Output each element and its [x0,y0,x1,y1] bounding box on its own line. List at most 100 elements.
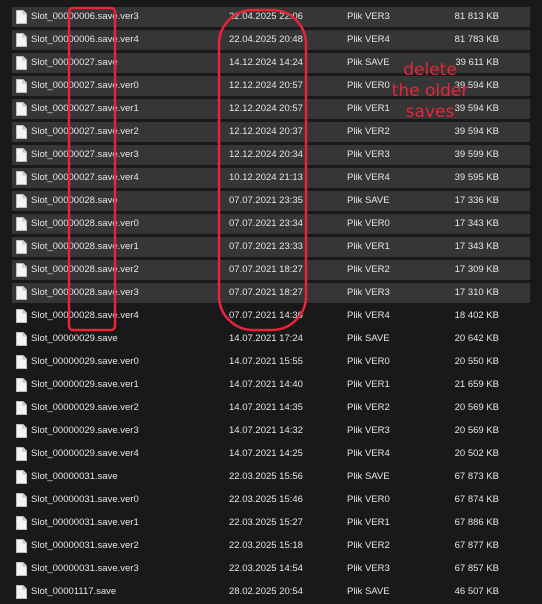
annotation-line-3: saves [405,102,455,122]
file-size: 81 783 KB [454,34,499,45]
file-icon [16,125,27,139]
file-row[interactable]: Slot_00000006.save.ver3 22.04.2025 22:06 P… [0,6,542,29]
file-icon [16,585,27,599]
file-icon [16,332,27,346]
file-modified-date: 22.03.2025 15:27 [229,517,303,528]
file-type: Plik VER3 [347,11,390,22]
file-row[interactable]: Slot_00000006.save.ver4 22.04.2025 20:48 P… [0,29,542,52]
file-type: Plik VER2 [347,402,390,413]
file-icon [16,493,27,507]
file-modified-date: 14.07.2021 15:55 [229,356,303,367]
file-name: Slot_00000031.save.ver2 [31,540,139,551]
file-type: Plik VER1 [347,241,390,252]
file-name: Slot_00000031.save [31,471,118,482]
file-name: Slot_00000029.save.ver0 [31,356,139,367]
file-name: Slot_00000031.save.ver3 [31,563,139,574]
file-modified-date: 07.07.2021 14:36 [229,310,303,321]
file-type: Plik VER4 [347,310,390,321]
file-modified-date: 14.07.2021 14:25 [229,448,303,459]
file-type: Plik VER2 [347,540,390,551]
file-type: Plik VER4 [347,34,390,45]
file-type: Plik VER3 [347,149,390,160]
file-icon [16,447,27,461]
file-type: Plik SAVE [347,586,390,597]
file-row[interactable]: Slot_00000031.save.ver0 22.03.2025 15:46 P… [0,489,542,512]
file-row[interactable]: Slot_00000027.save.ver3 12.12.2024 20:34 P… [0,144,542,167]
file-icon [16,79,27,93]
annotation-note: delete the older saves [380,60,480,123]
file-size: 18 402 KB [454,310,499,321]
file-size: 39 594 KB [454,126,499,137]
file-name: Slot_00000027.save [31,57,118,68]
file-row[interactable]: Slot_00000028.save.ver4 07.07.2021 14:36 P… [0,305,542,328]
file-icon [16,102,27,116]
file-icon [16,470,27,484]
file-size: 20 569 KB [454,402,499,413]
file-row[interactable]: Slot_00000031.save 22.03.2025 15:56 Plik S… [0,466,542,489]
file-type: Plik SAVE [347,333,390,344]
annotation-line-2: the older [391,81,469,101]
file-icon [16,516,27,530]
file-size: 67 857 KB [454,563,499,574]
file-icon [16,171,27,185]
file-row[interactable]: Slot_00000029.save.ver1 14.07.2021 14:40 P… [0,374,542,397]
file-name: Slot_00000028.save.ver2 [31,264,139,275]
annotation-line-1: delete [403,60,457,80]
file-name: Slot_00000027.save.ver0 [31,80,139,91]
file-size: 39 595 KB [454,172,499,183]
file-modified-date: 14.07.2021 14:40 [229,379,303,390]
file-row[interactable]: Slot_00000027.save.ver4 10.12.2024 21:13 P… [0,167,542,190]
file-size: 17 343 KB [454,218,499,229]
file-name: Slot_00000029.save [31,333,118,344]
file-size: 81 813 KB [454,11,499,22]
file-modified-date: 28.02.2025 20:54 [229,586,303,597]
file-modified-date: 10.12.2024 21:13 [229,172,303,183]
file-name: Slot_00000028.save.ver4 [31,310,139,321]
file-icon [16,10,27,24]
file-size: 17 310 KB [454,287,499,298]
file-name: Slot_00000031.save.ver1 [31,517,139,528]
file-size: 67 886 KB [454,517,499,528]
file-row[interactable]: Slot_00000031.save.ver3 22.03.2025 14:54 P… [0,558,542,581]
file-row[interactable]: Slot_00000028.save.ver0 07.07.2021 23:34 P… [0,213,542,236]
file-name: Slot_00000028.save [31,195,118,206]
file-modified-date: 07.07.2021 18:27 [229,264,303,275]
file-modified-date: 12.12.2024 20:57 [229,80,303,91]
file-size: 67 873 KB [454,471,499,482]
file-type: Plik VER4 [347,172,390,183]
file-row[interactable]: Slot_00000029.save.ver2 14.07.2021 14:35 P… [0,397,542,420]
file-type: Plik SAVE [347,471,390,482]
file-modified-date: 22.04.2025 20:48 [229,34,303,45]
file-row[interactable]: Slot_00000031.save.ver1 22.03.2025 15:27 P… [0,512,542,535]
file-row[interactable]: Slot_00000028.save.ver1 07.07.2021 23:33 P… [0,236,542,259]
file-icon [16,539,27,553]
file-type: Plik VER1 [347,379,390,390]
file-row[interactable]: Slot_00000031.save.ver2 22.03.2025 15:18 P… [0,535,542,558]
file-modified-date: 07.07.2021 23:33 [229,241,303,252]
file-row[interactable]: Slot_00000027.save.ver2 12.12.2024 20:37 P… [0,121,542,144]
file-size: 46 507 KB [454,586,499,597]
file-size: 17 336 KB [454,195,499,206]
file-row[interactable]: Slot_00000029.save.ver3 14.07.2021 14:32 P… [0,420,542,443]
file-icon [16,378,27,392]
file-row[interactable]: Slot_00000028.save.ver3 07.07.2021 18:27 P… [0,282,542,305]
file-row[interactable]: Slot_00001117.save 28.02.2025 20:54 Plik S… [0,581,542,604]
file-size: 17 309 KB [454,264,499,275]
file-icon [16,56,27,70]
file-row[interactable]: Slot_00000028.save.ver2 07.07.2021 18:27 P… [0,259,542,282]
file-type: Plik VER1 [347,517,390,528]
file-size: 20 642 KB [454,333,499,344]
file-type: Plik VER3 [347,563,390,574]
file-modified-date: 12.12.2024 20:57 [229,103,303,114]
file-row[interactable]: Slot_00000029.save 14.07.2021 17:24 Plik S… [0,328,542,351]
file-name: Slot_00000027.save.ver4 [31,172,139,183]
file-modified-date: 22.04.2025 22:06 [229,11,303,22]
file-row[interactable]: Slot_00000028.save 07.07.2021 23:35 Plik S… [0,190,542,213]
file-modified-date: 22.03.2025 15:56 [229,471,303,482]
file-name: Slot_00001117.save [31,586,117,597]
file-row[interactable]: Slot_00000029.save.ver0 14.07.2021 15:55 P… [0,351,542,374]
file-row[interactable]: Slot_00000029.save.ver4 14.07.2021 14:25 P… [0,443,542,466]
file-size: 67 877 KB [454,540,499,551]
file-size: 17 343 KB [454,241,499,252]
file-type: Plik SAVE [347,195,390,206]
